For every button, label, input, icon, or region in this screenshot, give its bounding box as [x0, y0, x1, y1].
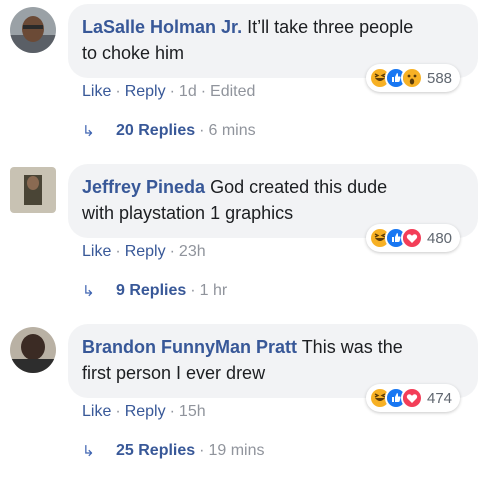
replies-count[interactable]: 9 Replies	[116, 282, 186, 300]
replies-time: 6 mins	[208, 122, 256, 139]
avatar[interactable]	[10, 327, 56, 373]
comment-actions: Like · Reply · 15h	[82, 403, 206, 420]
reactions-summary[interactable]: 480	[366, 224, 461, 252]
comment-text-line2: to choke him	[82, 43, 185, 63]
comment-text: It’ll take three people	[247, 17, 414, 37]
comment-author[interactable]: LaSalle Holman Jr.	[82, 17, 242, 37]
comment-actions: Like · Reply · 23h	[82, 243, 206, 260]
comment-timestamp[interactable]: 23h	[179, 243, 206, 260]
reply-arrow-icon: ↳	[82, 443, 95, 460]
love-icon	[401, 387, 423, 409]
reply-button[interactable]: Reply	[125, 403, 166, 420]
comment-text: This was the	[301, 337, 403, 357]
like-button[interactable]: Like	[82, 403, 111, 420]
comment-actions: Like · Reply · 1d · Edited	[82, 83, 256, 100]
comment-timestamp[interactable]: 1d	[179, 83, 197, 100]
comment-text: God created this dude	[210, 177, 388, 197]
reply-button[interactable]: Reply	[125, 83, 166, 100]
wow-icon	[401, 67, 423, 89]
reply-arrow-icon: ↳	[82, 283, 95, 300]
reply-arrow-icon: ↳	[82, 123, 95, 140]
edited-label[interactable]: Edited	[210, 83, 255, 100]
view-replies[interactable]: ↳ 25 Replies · 19 mins	[82, 442, 265, 460]
comment-text-line2: with playstation 1 graphics	[82, 203, 294, 223]
replies-count[interactable]: 25 Replies	[116, 442, 195, 460]
comment: Brandon FunnyMan Pratt This was the firs…	[0, 324, 502, 484]
comment-author[interactable]: Jeffrey Pineda	[82, 177, 205, 197]
comment-timestamp[interactable]: 15h	[179, 403, 206, 420]
replies-time: 19 mins	[208, 442, 265, 459]
like-button[interactable]: Like	[82, 243, 111, 260]
replies-time: 1 hr	[199, 282, 228, 299]
comment-text-line2: first person I ever drew	[82, 363, 266, 383]
reply-button[interactable]: Reply	[125, 243, 166, 260]
reaction-count: 480	[427, 229, 453, 247]
reaction-count: 474	[427, 389, 453, 407]
comment: LaSalle Holman Jr. It’ll take three peop…	[0, 4, 502, 164]
avatar[interactable]	[10, 7, 56, 53]
view-replies[interactable]: ↳ 9 Replies · 1 hr	[82, 282, 227, 300]
comment: Jeffrey Pineda God created this dude wit…	[0, 164, 502, 324]
comment-author[interactable]: Brandon FunnyMan Pratt	[82, 337, 297, 357]
love-icon	[401, 227, 423, 249]
replies-count[interactable]: 20 Replies	[116, 122, 195, 140]
like-button[interactable]: Like	[82, 83, 111, 100]
avatar[interactable]	[10, 167, 56, 213]
reactions-summary[interactable]: 588	[366, 64, 461, 92]
reactions-summary[interactable]: 474	[366, 384, 461, 412]
view-replies[interactable]: ↳ 20 Replies · 6 mins	[82, 122, 256, 140]
reaction-count: 588	[427, 69, 453, 87]
